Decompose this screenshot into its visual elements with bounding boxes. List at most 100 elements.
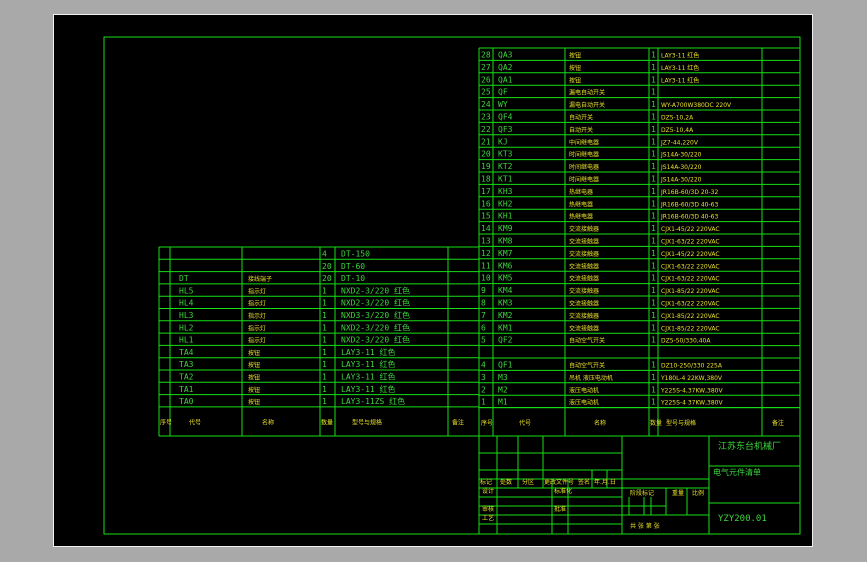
row-qty: 1 <box>651 75 656 84</box>
row-name: 漏电自动开关 <box>569 101 605 109</box>
row-number: 4 <box>481 361 486 370</box>
row-name: 交流接触器 <box>569 324 599 332</box>
row-qty: 1 <box>322 336 327 345</box>
row-qty: 1 <box>651 398 656 407</box>
row-qty: 1 <box>651 311 656 320</box>
row-name: 按钮 <box>569 76 581 84</box>
row-spec: DZ5-10,4A <box>661 127 694 134</box>
row-spec: JS14A-30/220 <box>660 164 702 171</box>
row-qty: 1 <box>651 249 656 258</box>
row-spec: NXD2-3/220 红色 <box>341 298 410 308</box>
row-name: 交流接触器 <box>569 225 599 233</box>
row-qty: 1 <box>651 286 656 295</box>
row-number: 3 <box>481 373 486 382</box>
row-spec: CJX1-85/22 220VAC <box>661 325 720 332</box>
row-code: TA2 <box>179 373 194 382</box>
row-qty: 1 <box>651 125 656 134</box>
row-number: 19 <box>481 162 491 171</box>
row-code: KM7 <box>498 249 513 258</box>
label-design: 设计 <box>482 487 494 495</box>
row-code: KM1 <box>498 323 513 332</box>
row-name: 自动开关 <box>569 126 593 134</box>
row-qty: 1 <box>651 261 656 270</box>
row-spec: CJX1-85/22 220VAC <box>661 288 720 295</box>
drawing-name: 电气元件清单 <box>713 467 761 477</box>
row-spec: CJX1-85/22 220VAC <box>661 313 720 320</box>
row-qty: 1 <box>651 299 656 308</box>
row-spec: LAY3-11 红色 <box>661 76 699 84</box>
row-number: 15 <box>481 212 491 221</box>
row-code: TA0 <box>179 397 194 406</box>
label-craft: 工艺 <box>482 514 494 522</box>
row-qty: 1 <box>651 212 656 221</box>
row-spec: DT-60 <box>341 262 365 271</box>
row-spec: LAY3-11 红色 <box>661 52 699 60</box>
header-spec: 型号与规格 <box>352 418 382 426</box>
row-code: KM6 <box>498 261 513 270</box>
row-spec: DT-150 <box>341 250 370 259</box>
row-spec: NXD3-3/220 红色 <box>341 310 410 320</box>
row-name: 时间继电器 <box>569 176 599 184</box>
row-spec: CJX1-63/22 220VAC <box>661 263 720 270</box>
row-spec: JR16B-60/3D 20-32 <box>660 189 718 196</box>
row-code: KT1 <box>498 175 513 184</box>
row-code: WY <box>498 100 508 109</box>
row-number: 18 <box>481 175 491 184</box>
row-qty: 20 <box>322 262 332 271</box>
row-spec: Y225S-4 37KW,380V <box>660 400 723 407</box>
drawing-viewport[interactable]: 28 QA3 按钮 1 LAY3-11 红色 27 QA2 按钮 1 LAY3-11 红色 26 QA… <box>53 14 813 547</box>
row-number: 8 <box>481 299 486 308</box>
row-code: QA2 <box>498 63 513 72</box>
label-standard: 标准化 <box>554 487 572 495</box>
row-qty: 1 <box>322 360 327 369</box>
left-component-table: 4 DT-150 20 DT-60 DT 接线端子 20 DT-10 HL5 指示灯 1 NXD2-3… <box>158 246 479 437</box>
row-qty: 1 <box>322 299 327 308</box>
row-number: 24 <box>481 100 491 109</box>
bom-drawing: 28 QA3 按钮 1 LAY3-11 红色27 QA2 按钮 1 LAY3-11 红色26 QA… <box>103 36 801 535</box>
row-code: QA3 <box>498 51 513 60</box>
row-code: KT3 <box>498 150 513 159</box>
row-number: 7 <box>481 311 486 320</box>
row-spec: JS14A-30/220 <box>660 177 702 184</box>
drawing-number: YZY200.01 <box>718 514 767 524</box>
row-number: 10 <box>481 274 491 283</box>
row-qty: 1 <box>322 397 327 406</box>
header-qty: 数量 <box>650 419 662 427</box>
row-name: 时间继电器 <box>569 151 599 159</box>
row-spec: LAY3-11ZS 红色 <box>341 396 405 406</box>
label-mark: 标记 <box>480 478 492 486</box>
row-code: KM5 <box>498 274 513 283</box>
row-code: TA3 <box>179 360 194 369</box>
row-qty: 1 <box>322 286 327 295</box>
row-name: 按钮 <box>569 52 581 60</box>
row-name: 热继电器 <box>569 200 593 208</box>
row-qty: 1 <box>322 311 327 320</box>
row-spec: JS14A-30/220 <box>660 152 702 159</box>
row-number: 25 <box>481 88 491 97</box>
row-spec: DZ5-10,2A <box>661 115 694 122</box>
row-code: M3 <box>498 373 508 382</box>
row-spec: WY-A700W380DC 220V <box>661 102 732 109</box>
row-qty: 1 <box>651 137 656 146</box>
header-name: 名称 <box>594 419 606 427</box>
row-name: 指示灯 <box>248 300 266 308</box>
right-component-table: 28 QA3 按钮 1 LAY3-11 红色27 QA2 按钮 1 LAY3-11 红色26 QA… <box>478 47 801 436</box>
row-spec: CJX1-63/22 220VAC <box>661 276 720 283</box>
row-qty: 1 <box>651 373 656 382</box>
row-code: KM2 <box>498 311 513 320</box>
row-qty: 1 <box>651 323 656 332</box>
row-code: KH1 <box>498 212 513 221</box>
header-number: 序号 <box>481 419 493 427</box>
header-code: 代号 <box>189 418 201 426</box>
row-code: QF4 <box>498 113 513 122</box>
row-qty: 1 <box>651 113 656 122</box>
row-name: 热继电器 <box>569 213 593 221</box>
row-name: 按钮 <box>248 349 260 357</box>
row-qty: 1 <box>651 199 656 208</box>
row-name: 指示灯 <box>248 337 266 345</box>
drawing-border <box>103 36 801 535</box>
row-name: 按钮 <box>248 398 260 406</box>
row-spec: DZ5-50/330,40A <box>661 338 711 345</box>
row-name: 自动空气开关 <box>569 362 605 370</box>
row-name: 漏电自动开关 <box>569 89 605 97</box>
